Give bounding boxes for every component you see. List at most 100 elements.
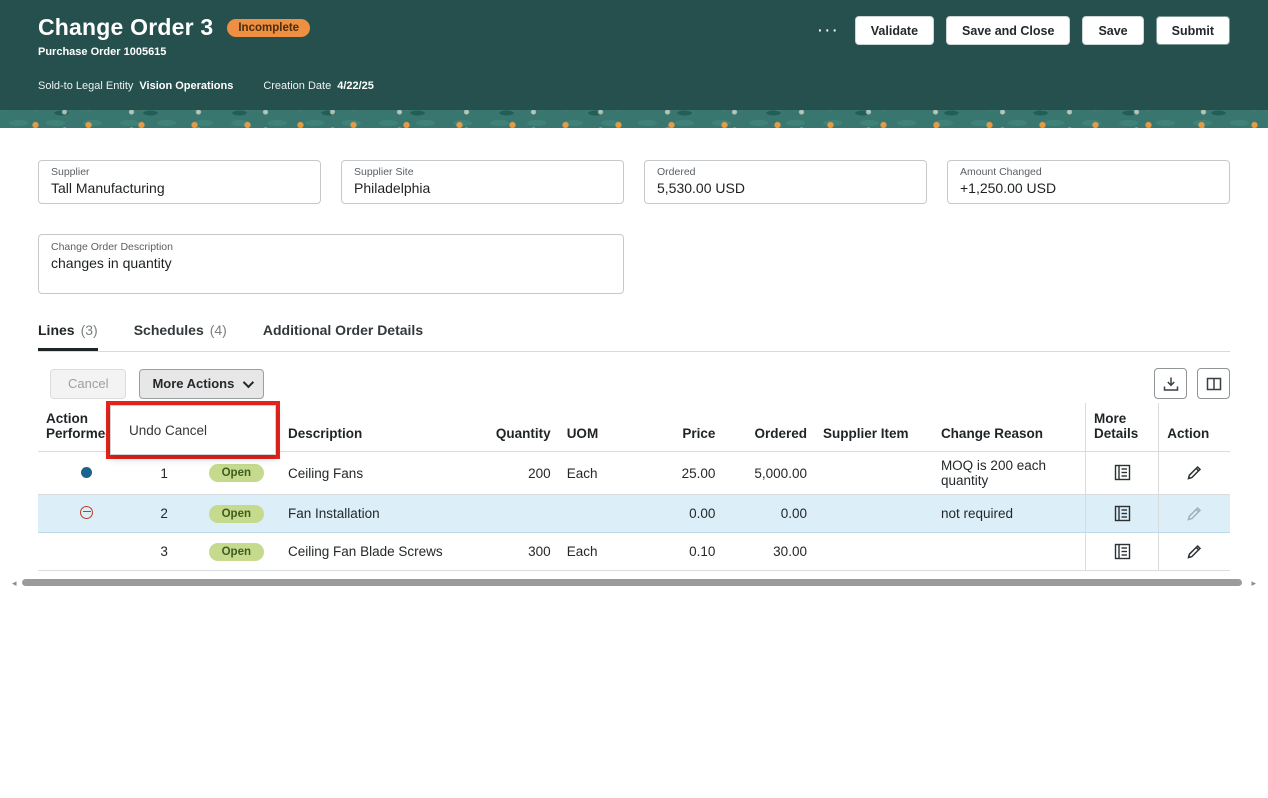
supplier-site-field[interactable]: Supplier Site Philadelphia xyxy=(341,160,624,204)
manage-columns-button[interactable] xyxy=(1197,368,1230,399)
tab-lines-label: Lines xyxy=(38,322,75,338)
cell-price: 0.00 xyxy=(629,494,724,533)
supplier-site-field-label: Supplier Site xyxy=(354,166,414,178)
open-status-badge: Open xyxy=(208,504,264,523)
table-row[interactable]: 3 Open Ceiling Fan Blade Screws 300 Each… xyxy=(38,532,1230,571)
columns-icon xyxy=(1206,377,1221,390)
main-content: Supplier Tall Manufacturing Supplier Sit… xyxy=(0,160,1268,571)
scrollbar-thumb[interactable] xyxy=(22,579,1242,586)
col-action: Action xyxy=(1158,403,1230,452)
tab-additional-order-details[interactable]: Additional Order Details xyxy=(263,322,423,351)
annotation-highlight: Undo Cancel xyxy=(106,401,280,459)
cell-uom: Each xyxy=(558,532,630,571)
submit-button[interactable]: Submit xyxy=(1155,16,1230,45)
more-actions-label: More Actions xyxy=(152,376,235,391)
page-title: Change Order 3 xyxy=(38,14,214,40)
cell-supplier-item xyxy=(814,494,933,533)
validate-button[interactable]: Validate xyxy=(854,16,935,45)
cell-description: Ceiling Fans xyxy=(280,451,478,495)
col-price: Price xyxy=(682,426,716,441)
cell-change-reason: MOQ is 200 each quantity xyxy=(932,451,1086,495)
pencil-icon xyxy=(1187,465,1202,480)
menu-item-undo-cancel[interactable]: Undo Cancel xyxy=(111,406,275,454)
edit-line-button-disabled xyxy=(1184,503,1205,524)
purchase-order-subtitle: Purchase Order 1005615 xyxy=(38,46,167,58)
edit-line-button[interactable] xyxy=(1184,462,1205,483)
cell-line: 3 xyxy=(135,532,193,571)
scroll-right-arrow-icon[interactable]: ▸ xyxy=(1251,577,1256,589)
amount-changed-field-label: Amount Changed xyxy=(960,166,1042,178)
sold-to-value: Vision Operations xyxy=(139,80,234,92)
edit-line-button[interactable] xyxy=(1184,541,1205,562)
changed-dot-icon xyxy=(81,466,93,478)
more-actions-dropdown: Undo Cancel xyxy=(110,405,276,455)
export-download-button[interactable] xyxy=(1154,368,1187,399)
more-details-icon xyxy=(1114,505,1130,521)
cell-quantity xyxy=(477,494,559,533)
more-actions-button[interactable]: More Actions xyxy=(139,368,265,399)
tab-schedules[interactable]: Schedules (4) xyxy=(134,322,227,351)
more-details-icon xyxy=(1114,543,1130,559)
cell-change-reason: not required xyxy=(932,494,1086,533)
save-button[interactable]: Save xyxy=(1082,16,1144,45)
ordered-field[interactable]: Ordered 5,530.00 USD xyxy=(644,160,927,204)
creation-date-label: Creation Date xyxy=(263,80,332,92)
app-header: Change Order 3 Incomplete Purchase Order… xyxy=(0,0,1268,110)
save-and-close-button[interactable]: Save and Close xyxy=(946,16,1071,45)
cell-uom: Each xyxy=(558,451,630,495)
header-actions: ··· Validate Save and Close Save Submit xyxy=(813,16,1230,45)
header-meta: Sold-to Legal Entity Vision Operations C… xyxy=(38,80,1230,92)
cell-price: 25.00 xyxy=(629,451,724,495)
cell-supplier-item xyxy=(814,532,933,571)
more-details-button[interactable] xyxy=(1112,541,1133,562)
cell-description: Ceiling Fan Blade Screws xyxy=(280,532,478,571)
horizontal-scrollbar: ◂ ▸ xyxy=(12,577,1256,589)
amount-changed-field[interactable]: Amount Changed +1,250.00 USD xyxy=(947,160,1230,204)
supplier-field-label: Supplier xyxy=(51,166,90,178)
supplier-site-field-value: Philadelphia xyxy=(354,180,431,196)
supplier-field-value: Tall Manufacturing xyxy=(51,180,165,196)
cell-ordered: 5,000.00 xyxy=(723,451,815,495)
col-uom: UOM xyxy=(566,426,599,441)
col-description: Description xyxy=(288,426,363,441)
chevron-down-icon xyxy=(243,376,255,388)
cancel-line-button[interactable]: Cancel xyxy=(50,368,127,399)
scroll-left-arrow-icon[interactable]: ◂ xyxy=(12,577,17,589)
sold-to-label: Sold-to Legal Entity xyxy=(38,80,134,92)
table-row[interactable]: 2 Open Fan Installation 0.00 0.00 not re… xyxy=(38,494,1230,533)
lines-toolbar: Cancel More Actions Undo Cancel xyxy=(38,368,1230,459)
col-quantity: Quantity xyxy=(495,426,551,441)
cell-description: Fan Installation xyxy=(280,494,478,533)
cell-line: 2 xyxy=(135,494,193,533)
tab-additional-order-details-label: Additional Order Details xyxy=(262,322,424,338)
overflow-menu-button[interactable]: ··· xyxy=(813,19,843,42)
change-order-description-field[interactable]: Change Order Description changes in quan… xyxy=(38,234,624,294)
cancelled-line-icon xyxy=(80,505,94,519)
more-details-button[interactable] xyxy=(1112,462,1133,483)
supplier-field[interactable]: Supplier Tall Manufacturing xyxy=(38,160,321,204)
cell-ordered: 0.00 xyxy=(723,494,815,533)
ordered-field-value: 5,530.00 USD xyxy=(657,180,745,196)
cell-ordered: 30.00 xyxy=(723,532,815,571)
ordered-field-label: Ordered xyxy=(657,166,696,178)
cell-price: 0.10 xyxy=(629,532,724,571)
summary-fields: Supplier Tall Manufacturing Supplier Sit… xyxy=(38,160,1230,204)
decorative-band xyxy=(0,110,1268,128)
table-tools xyxy=(1154,368,1230,399)
col-change-reason: Change Reason xyxy=(940,426,1043,441)
change-order-description-value: changes in quantity xyxy=(51,255,172,271)
cell-uom xyxy=(558,494,630,533)
download-icon xyxy=(1163,377,1178,391)
cell-quantity: 300 xyxy=(477,532,559,571)
pencil-icon xyxy=(1187,544,1202,559)
amount-changed-field-value: +1,250.00 USD xyxy=(960,180,1057,196)
col-supplier-item: Supplier Item xyxy=(822,426,909,441)
tab-lines[interactable]: Lines (3) xyxy=(38,322,98,351)
open-status-badge: Open xyxy=(208,542,264,561)
col-more-details: More Details xyxy=(1084,403,1159,452)
tab-schedules-count: (4) xyxy=(209,322,227,338)
more-details-button[interactable] xyxy=(1112,503,1133,524)
cell-change-reason xyxy=(932,532,1086,571)
pencil-icon xyxy=(1187,506,1202,521)
cell-quantity: 200 xyxy=(477,451,559,495)
